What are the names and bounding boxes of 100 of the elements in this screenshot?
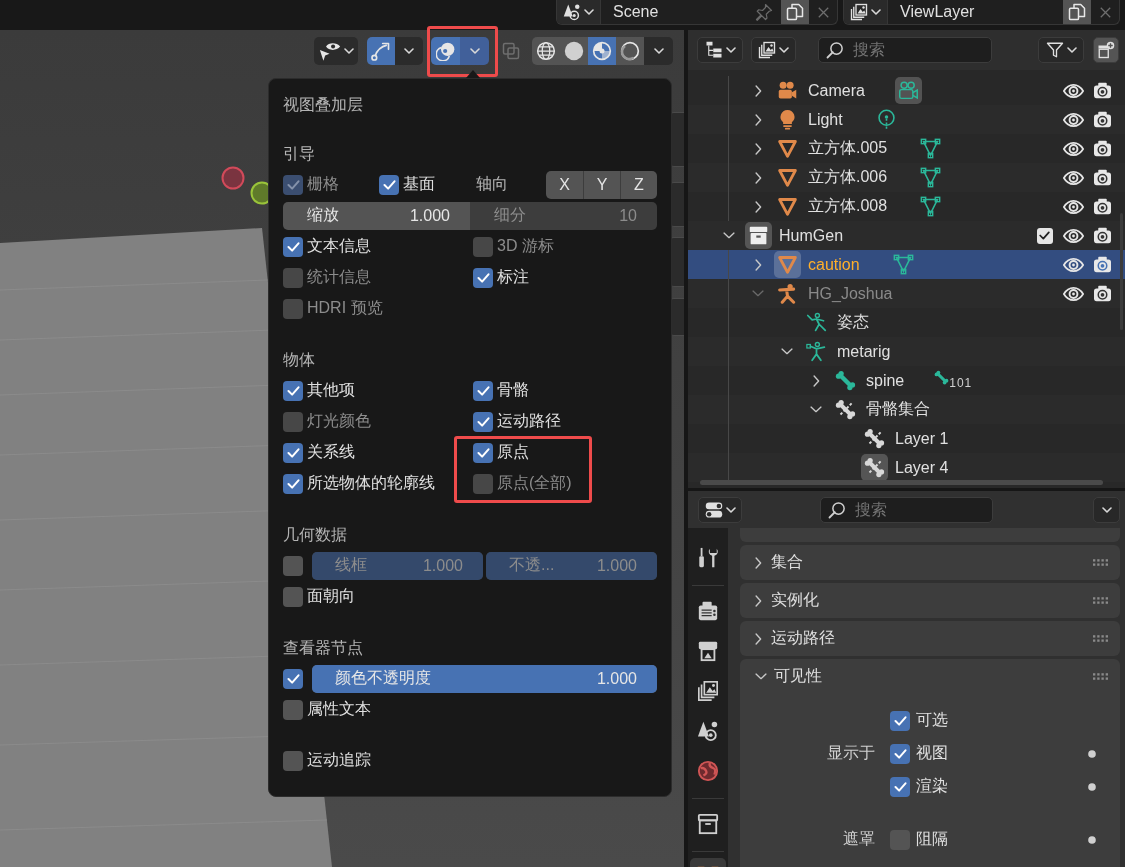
- checkbox[interactable]: [283, 668, 303, 689]
- shading-mode-button[interactable]: [616, 37, 644, 65]
- new-collection-button[interactable]: [1093, 37, 1119, 63]
- eye-icon[interactable]: [1063, 141, 1084, 156]
- checkbox-label: 面朝向: [307, 586, 355, 606]
- eye-icon[interactable]: [1063, 170, 1084, 185]
- shading-mode-button[interactable]: [588, 37, 616, 65]
- circle-dot-icon[interactable]: [875, 109, 897, 130]
- view-layer-button[interactable]: [751, 37, 796, 63]
- checkbox[interactable]: [283, 586, 303, 607]
- scrollbar[interactable]: [700, 480, 1103, 485]
- camera-icon[interactable]: [1093, 169, 1112, 186]
- name-field[interactable]: ViewLayer: [888, 3, 1063, 21]
- pin-icon[interactable]: [755, 3, 773, 21]
- visibility-menu-button[interactable]: [314, 37, 358, 65]
- filter-button[interactable]: [1038, 37, 1084, 63]
- chevron-down-icon[interactable]: [781, 348, 793, 355]
- checkbox[interactable]: [283, 750, 303, 771]
- chevron-right-icon[interactable]: [812, 374, 820, 387]
- checkbox[interactable]: [283, 473, 303, 494]
- dot-icon[interactable]: [1088, 782, 1096, 791]
- checkbox[interactable]: [473, 380, 493, 401]
- checkbox[interactable]: [379, 174, 399, 195]
- shading-mode-button[interactable]: [560, 37, 588, 65]
- chevron-right-icon[interactable]: [754, 171, 762, 184]
- eye-icon[interactable]: [1063, 83, 1084, 98]
- panel-header[interactable]: 实例化: [740, 583, 1120, 618]
- camera-icon[interactable]: [1093, 285, 1112, 302]
- dot-icon[interactable]: [1088, 835, 1096, 844]
- overlays-menu-button[interactable]: [460, 37, 489, 65]
- chevron-right-icon[interactable]: [754, 84, 762, 97]
- checkbox[interactable]: [473, 442, 493, 463]
- slider[interactable]: 颜色不透明度 1.000: [312, 664, 657, 693]
- checkbox[interactable]: [283, 555, 303, 576]
- checkbox-label: 属性文本: [307, 699, 371, 719]
- camera-icon[interactable]: [1093, 82, 1112, 99]
- item-name: Layer 4: [895, 458, 949, 477]
- camera-icon[interactable]: [1093, 198, 1112, 215]
- checkbox[interactable]: [890, 776, 910, 797]
- copy-button[interactable]: [1063, 0, 1091, 24]
- copy-button[interactable]: [781, 0, 809, 24]
- axis-toggle[interactable]: Y: [583, 170, 620, 199]
- editor-type-button[interactable]: [698, 496, 742, 523]
- scene-browse-button[interactable]: [557, 0, 601, 24]
- view-layer-browse-button[interactable]: [844, 0, 888, 24]
- panel-header[interactable]: 可见性: [740, 659, 1120, 694]
- chevron-right-icon[interactable]: [754, 258, 762, 271]
- search-field[interactable]: 搜索: [818, 37, 992, 63]
- search-field[interactable]: 搜索: [820, 496, 993, 523]
- eye-icon[interactable]: [1063, 228, 1084, 243]
- overlays-toggle[interactable]: [431, 37, 460, 65]
- shapes-icon: [563, 3, 581, 21]
- gizmo-menu-button[interactable]: [394, 37, 423, 65]
- eye-icon[interactable]: [1063, 199, 1084, 214]
- dot-icon[interactable]: [1088, 749, 1096, 758]
- eye-icon[interactable]: [1063, 286, 1084, 301]
- drag-handle-icon[interactable]: [1093, 597, 1108, 604]
- dropdown-button[interactable]: [1093, 496, 1120, 523]
- checkbox[interactable]: [1036, 227, 1053, 244]
- caret-icon: [343, 48, 354, 54]
- bone-icon[interactable]: [934, 370, 950, 385]
- triangle-vertices-icon[interactable]: [920, 167, 942, 188]
- chevron-right-icon[interactable]: [754, 113, 762, 126]
- checkbox[interactable]: [283, 380, 303, 401]
- panel-header[interactable]: 集合: [740, 545, 1120, 580]
- checkbox[interactable]: [473, 267, 493, 288]
- eye-icon[interactable]: [1063, 112, 1084, 127]
- display-mode-button[interactable]: [697, 37, 743, 63]
- shading-menu-button[interactable]: [644, 37, 673, 65]
- drag-handle-icon[interactable]: [1093, 635, 1108, 642]
- camera-icon[interactable]: [1093, 256, 1112, 273]
- movie-camera-icon[interactable]: [894, 77, 922, 104]
- checkbox[interactable]: [283, 699, 303, 720]
- gizmo-toggle[interactable]: [366, 37, 395, 65]
- number-field[interactable]: 缩放 1.000: [283, 201, 470, 230]
- checkbox[interactable]: [890, 710, 910, 731]
- chevron-right-icon[interactable]: [754, 142, 762, 155]
- drag-handle-icon[interactable]: [1093, 559, 1108, 566]
- axis-toggle[interactable]: Z: [620, 170, 657, 199]
- axis-toggle[interactable]: X: [546, 170, 583, 199]
- chevron-right-icon[interactable]: [754, 200, 762, 213]
- item-name: 立方体.008: [808, 196, 888, 216]
- checkbox[interactable]: [473, 411, 493, 432]
- eye-icon[interactable]: [1063, 257, 1084, 272]
- camera-icon[interactable]: [1093, 111, 1112, 128]
- camera-icon[interactable]: [1093, 140, 1112, 157]
- checkbox[interactable]: [283, 442, 303, 463]
- chevron-down-icon[interactable]: [810, 406, 822, 413]
- shading-mode-button[interactable]: [532, 37, 560, 65]
- triangle-vertices-icon[interactable]: [920, 138, 942, 159]
- checkbox[interactable]: [890, 743, 910, 764]
- checkbox[interactable]: [283, 236, 303, 257]
- camera-icon[interactable]: [1093, 227, 1112, 244]
- chevron-down-icon[interactable]: [723, 232, 735, 239]
- outliner-row[interactable]: caution: [688, 250, 1125, 279]
- triangle-vertices-icon[interactable]: [920, 196, 942, 217]
- drag-handle-icon[interactable]: [1093, 673, 1108, 680]
- triangle-vertices-icon[interactable]: [892, 254, 914, 275]
- panel-header[interactable]: 运动路径: [740, 621, 1120, 656]
- name-field[interactable]: Scene: [601, 3, 755, 21]
